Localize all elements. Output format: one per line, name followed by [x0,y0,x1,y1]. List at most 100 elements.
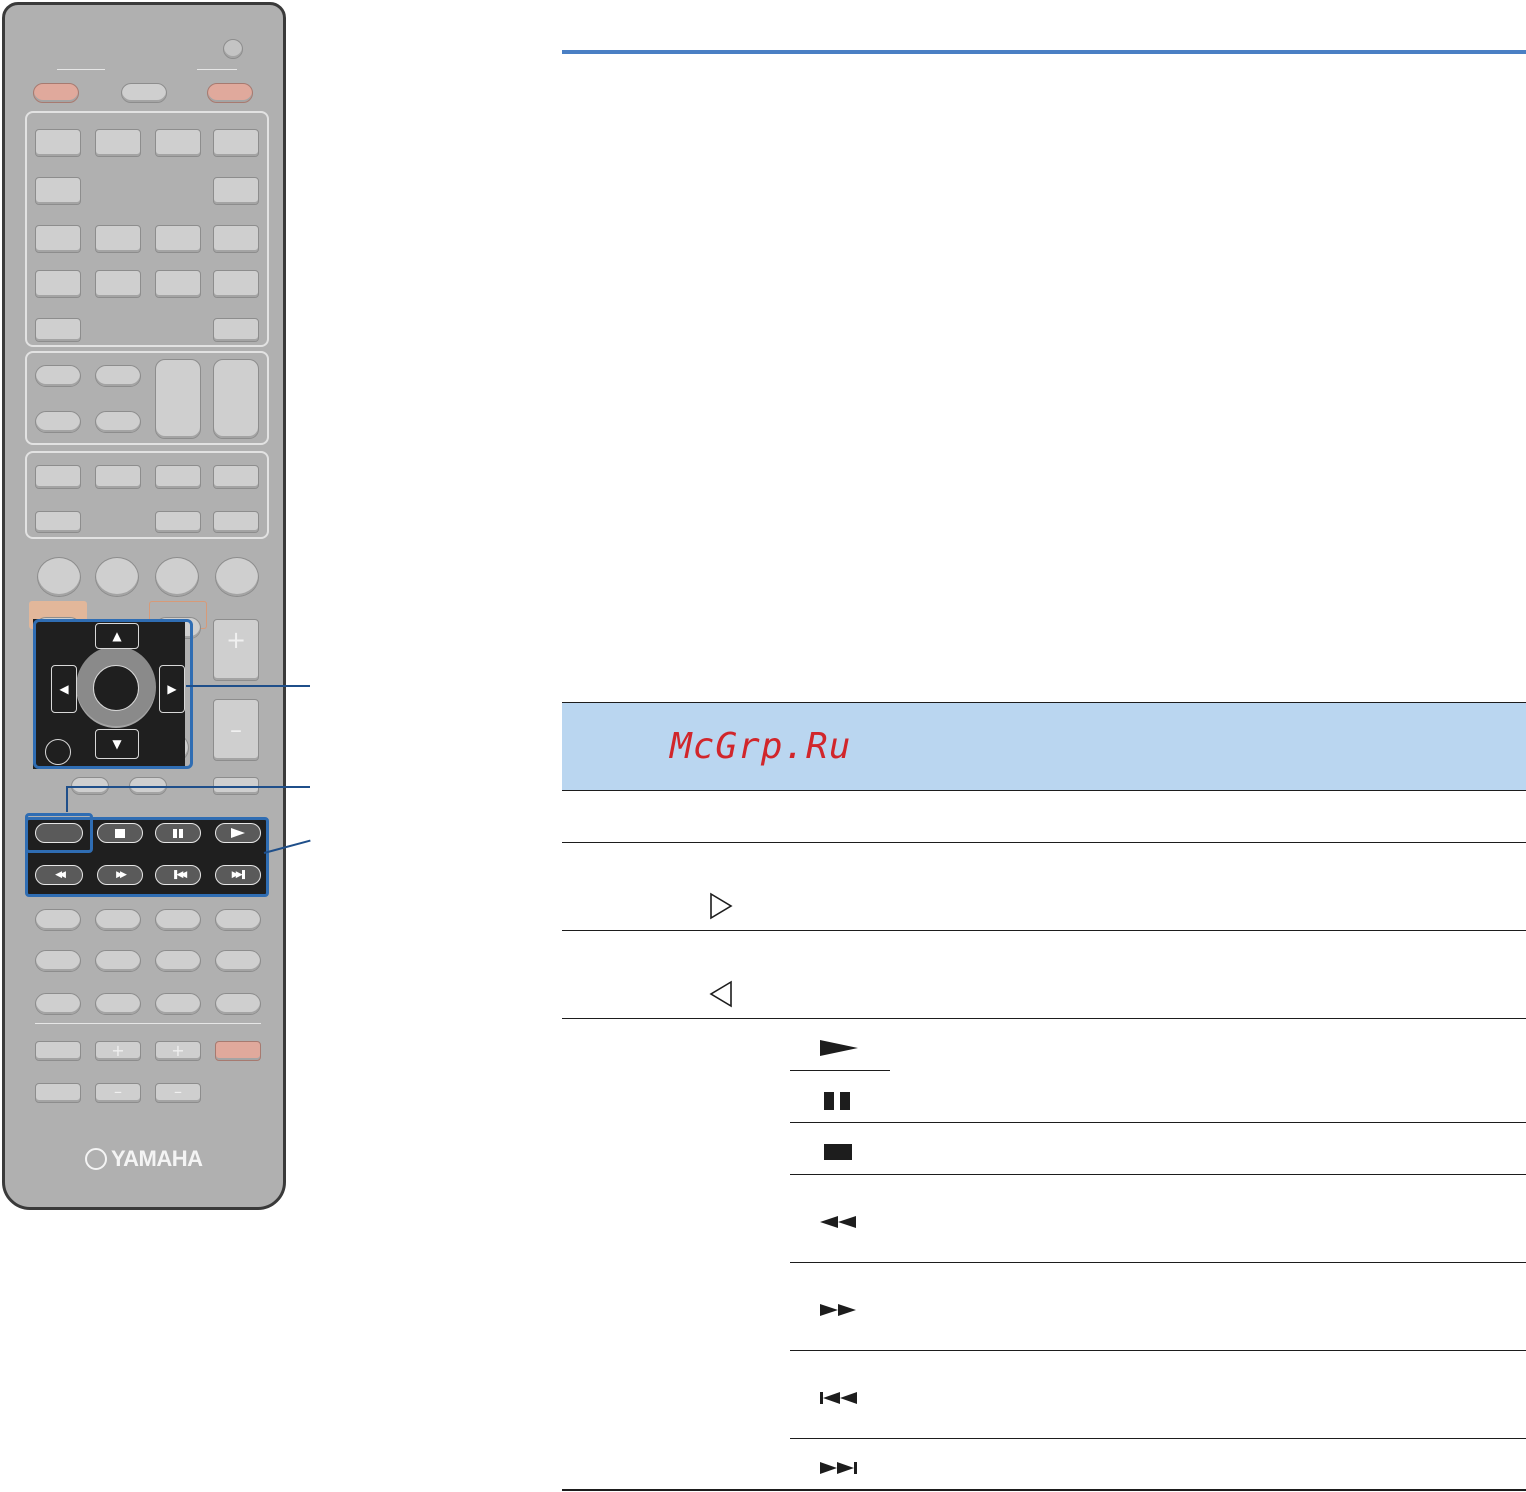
ir-window [223,39,243,59]
table-rule [562,842,1526,843]
scene-button-2[interactable] [95,465,141,489]
scene-button-4[interactable] [213,465,259,489]
table-rule [562,1018,1526,1019]
play-button[interactable] [215,823,261,843]
stop-button[interactable] [97,823,143,843]
input-button-15[interactable] [35,318,81,342]
numeric-button-1[interactable] [35,909,81,931]
table-bottom-rule [562,1489,1526,1491]
fast-forward-icon: ▶▶ [116,870,127,880]
table-rule [562,790,1526,791]
round-button-1[interactable] [37,557,81,597]
round-button-3[interactable] [155,557,199,597]
tv-volume-down-button[interactable]: – [95,1083,141,1103]
power-button-right[interactable] [207,83,253,103]
mode-button-2[interactable] [95,365,141,387]
tv-input-button[interactable] [35,1041,81,1061]
input-button-14[interactable] [213,270,259,298]
numeric-button-11[interactable] [155,993,201,1015]
input-button-5[interactable] [35,177,81,205]
input-button-4[interactable] [213,129,259,157]
scene-button-5[interactable] [35,511,81,533]
play-icon [231,828,245,838]
input-button-13[interactable] [155,270,201,298]
scene-button-3[interactable] [155,465,201,489]
mode-button-1[interactable] [35,365,81,387]
skip-back-button[interactable]: ❚◀◀ [155,865,201,885]
tv-channel-down-button[interactable]: – [155,1083,201,1103]
input-button-16[interactable] [213,318,259,342]
power-button-left[interactable] [33,83,79,103]
input-button-10[interactable] [213,225,259,253]
red-button[interactable] [35,823,83,843]
callout-line-red-button [68,786,310,788]
numeric-button-4[interactable] [215,909,261,931]
skip-back-icon: ❚◀◀ [171,870,187,880]
pause-button[interactable] [155,823,201,843]
preset-rocker[interactable] [155,359,201,439]
table-subrule [790,1174,1526,1175]
round-button-2[interactable] [95,557,139,597]
numeric-button-7[interactable] [155,950,201,972]
cursor-highlight [33,619,193,769]
numeric-button-9[interactable] [35,993,81,1015]
rewind-icon: ◀◀ [55,870,66,880]
arrow-left-outline-icon [708,980,734,1008]
power-bracket-line [57,69,105,70]
input-button-9[interactable] [155,225,201,253]
section-heading-rule [562,50,1526,54]
tv-volume-up-button[interactable]: + [95,1041,141,1061]
table-subrule [790,1262,1526,1263]
tv-mute-button[interactable] [35,1083,81,1103]
numeric-button-8[interactable] [215,950,261,972]
input-button-6[interactable] [213,177,259,205]
scene-button-1[interactable] [35,465,81,489]
numeric-button-10[interactable] [95,993,141,1015]
rewind-button[interactable]: ◀◀ [35,865,83,885]
tv-channel-up-button[interactable]: + [155,1041,201,1061]
numeric-button-12[interactable] [215,993,261,1015]
numeric-button-5[interactable] [35,950,81,972]
stop-icon [115,828,125,838]
watermark: McGrp.Ru [670,726,852,767]
skip-forward-icon: ▶▶❚ [231,870,247,880]
input-button-12[interactable] [95,270,141,298]
round-button-4[interactable] [215,557,259,597]
callout-line-red-button-vertical [66,786,68,812]
input-button-11[interactable] [35,270,81,298]
table-rule [562,930,1526,931]
numeric-button-2[interactable] [95,909,141,931]
volume-up-button[interactable]: + [213,619,259,681]
power-bracket-line-2 [197,69,237,70]
volume-down-button[interactable]: – [213,699,259,761]
arrow-right-outline-icon [708,892,734,920]
table-subrule [790,1438,1526,1439]
input-button-2[interactable] [95,129,141,157]
scene-button-6[interactable] [155,511,201,533]
fast-forward-icon [820,1304,858,1316]
scene-button-7[interactable] [213,511,259,533]
brand-name: YAMAHA [111,1146,203,1171]
remote-control-illustration: + – ▲ ▼ ◀ ▶ ◀◀ ▶▶ ❚◀◀ ▶▶❚ + + – – YAMAHA [2,2,286,1210]
input-button-7[interactable] [35,225,81,253]
divider-line [35,1023,261,1024]
skip-back-icon [820,1392,858,1404]
input-button-3[interactable] [155,129,201,157]
skip-forward-button[interactable]: ▶▶❚ [215,865,261,885]
skip-forward-icon [820,1462,858,1474]
input-button-1[interactable] [35,129,81,157]
pause-icon [173,828,183,838]
numeric-button-3[interactable] [155,909,201,931]
rewind-icon [820,1216,858,1228]
source-button[interactable] [121,83,167,103]
numeric-button-6[interactable] [95,950,141,972]
pause-icon [824,1092,852,1110]
tv-power-button[interactable] [215,1041,261,1061]
play-icon [820,1040,858,1056]
input-button-8[interactable] [95,225,141,253]
mode-button-4[interactable] [95,411,141,433]
mode-button-3[interactable] [35,411,81,433]
page-rocker[interactable] [213,359,259,439]
fast-forward-button[interactable]: ▶▶ [97,865,143,885]
tuning-fork-logo-icon [85,1148,107,1170]
